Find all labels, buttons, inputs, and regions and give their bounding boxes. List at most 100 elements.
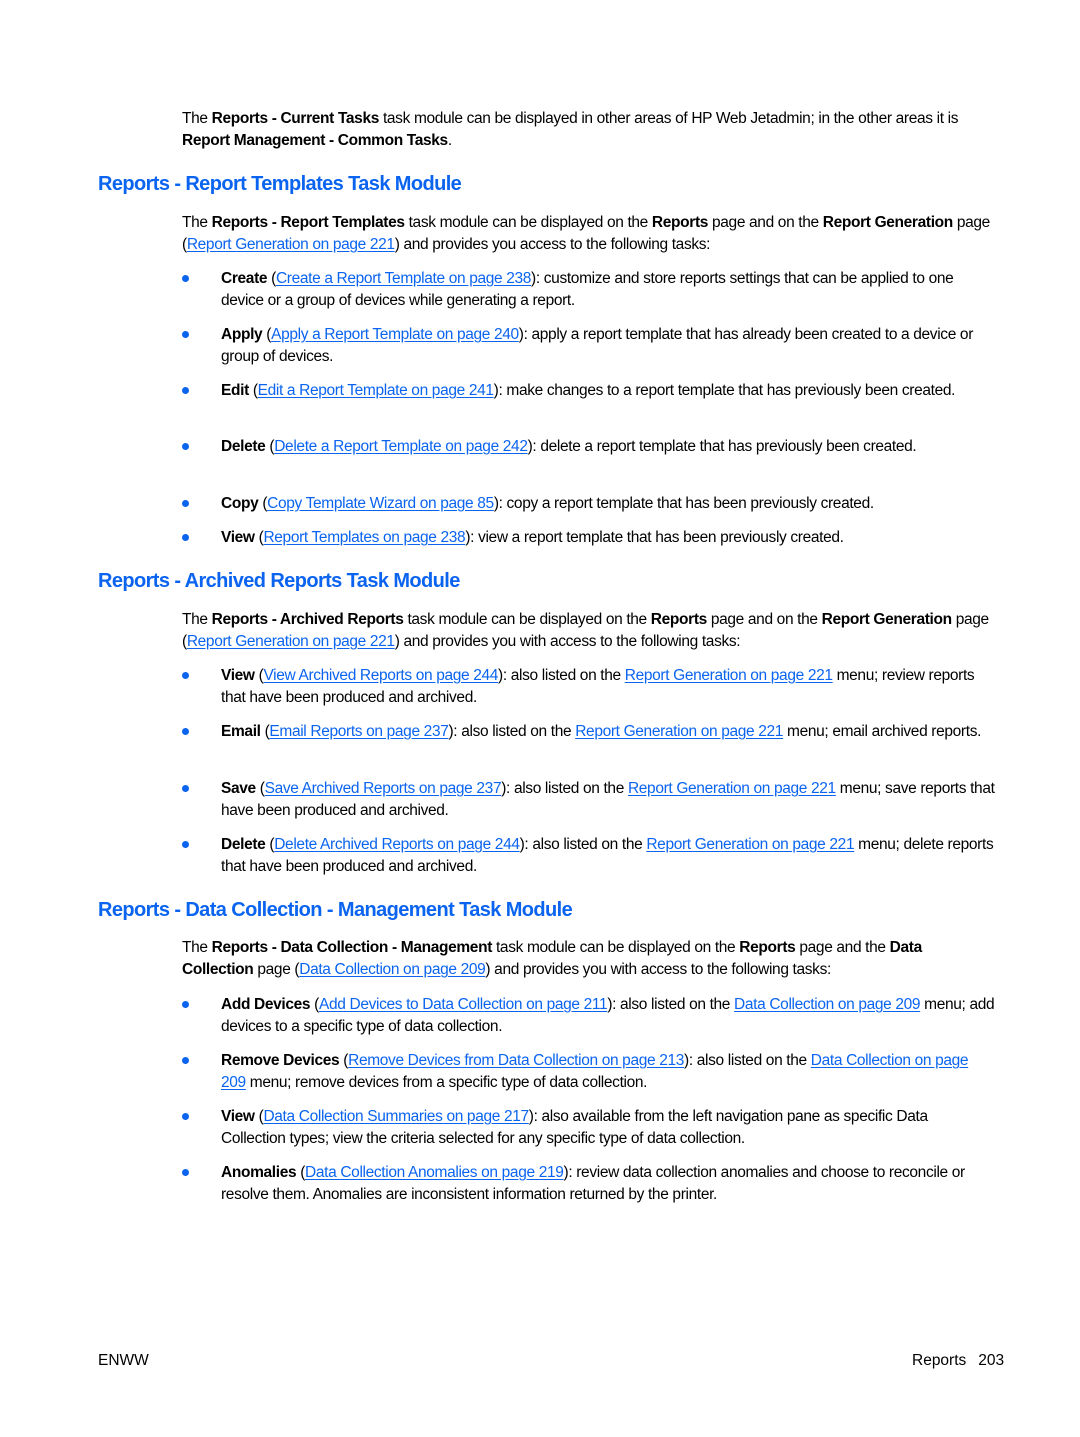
bold-term: Reports - Archived Reports [211,611,404,628]
bold-term: Reports [651,214,709,231]
item-label: Create [221,270,268,287]
item-label: Copy [221,495,259,512]
text: ) and provides you access to the followi… [394,236,711,253]
link-save-archived-reports[interactable]: Save Archived Reports on page 237 [265,780,502,797]
item-label: View [221,667,255,684]
link-edit-template[interactable]: Edit a Report Template on page 241 [258,382,494,399]
section-heading-report-templates: Reports - Report Templates Task Module [98,173,462,195]
text: ): also listed on the [607,996,735,1013]
link-report-generation[interactable]: Report Generation on page 221 [187,633,395,650]
bullet-icon [182,331,189,338]
text: ): also listed on the [498,667,625,684]
bullet-icon [182,785,189,792]
bold-term: Reports - Report Templates [211,214,405,231]
text: ): also listed on the [519,836,647,853]
bullet-icon [182,500,189,507]
bullet-icon [182,387,189,394]
link-copy-template-wizard[interactable]: Copy Template Wizard on page 85 [267,495,494,512]
text: page and on the [706,611,822,628]
document-page: The Reports - Current Tasks task module … [0,0,1080,1437]
page-number: 203 [978,1352,1005,1369]
text: The [182,611,212,628]
item-label: View [221,529,255,546]
link-apply-template[interactable]: Apply a Report Template on page 240 [271,326,519,343]
item-description: ): view a report template that has been … [465,529,844,546]
section-intro: The Reports - Report Templates task modu… [182,212,992,256]
link-data-collection-anomalies[interactable]: Data Collection Anomalies on page 219 [305,1164,564,1181]
item-label: Delete [221,836,266,853]
item-label: Anomalies [221,1164,297,1181]
bullet-icon [182,672,189,679]
item-description: ): make changes to a report template tha… [493,382,956,399]
link-create-template[interactable]: Create a Report Template on page 238 [276,270,531,287]
text: ): also listed on the [501,780,628,797]
link-delete-template[interactable]: Delete a Report Template on page 242 [274,438,528,455]
bullet-icon [182,1057,189,1064]
link-report-generation[interactable]: Report Generation on page 221 [187,236,395,253]
link-report-generation[interactable]: Report Generation on page 221 [575,723,783,740]
item-label: View [221,1108,255,1125]
bold-term: Report Generation [821,611,952,628]
link-report-templates[interactable]: Report Templates on page 238 [263,529,465,546]
item-label: Edit [221,382,249,399]
bullet-icon [182,534,189,541]
text: page and the [795,939,890,956]
bold-term: Reports [739,939,796,956]
text: task module can be displayed in other ar… [379,110,959,127]
text: ) and provides you with access to the fo… [485,961,831,978]
text: . [447,132,452,149]
text: task module can be displayed on the [403,611,651,628]
link-data-collection[interactable]: Data Collection on page 209 [734,996,921,1013]
link-view-archived-reports[interactable]: View Archived Reports on page 244 [263,667,498,684]
item-label: Remove Devices [221,1052,340,1069]
text: The [182,214,212,231]
text: The [182,939,212,956]
section-heading-data-collection: Reports - Data Collection - Management T… [98,899,573,921]
item-description: menu; email archived reports. [783,723,982,740]
link-report-generation[interactable]: Report Generation on page 221 [646,836,854,853]
section-intro: The Reports - Archived Reports task modu… [182,609,992,653]
bold-term: Reports - Current Tasks [211,110,380,127]
bold-term: Report Generation [822,214,953,231]
section-intro: The Reports - Data Collection - Manageme… [182,937,992,981]
text: page ( [253,961,300,978]
bullet-icon [182,1001,189,1008]
bullet-icon [182,443,189,450]
item-label: Add Devices [221,996,311,1013]
item-label: Delete [221,438,266,455]
link-data-collection-summaries[interactable]: Data Collection Summaries on page 217 [263,1108,529,1125]
item-description: ): copy a report template that has been … [493,495,874,512]
intro-paragraph: The Reports - Current Tasks task module … [182,108,992,152]
text: The [182,110,212,127]
link-add-devices[interactable]: Add Devices to Data Collection on page 2… [319,996,608,1013]
text: ) and provides you with access to the fo… [394,633,741,650]
link-report-generation[interactable]: Report Generation on page 221 [628,780,836,797]
text: page and on the [708,214,823,231]
bold-term: Reports - Data Collection - Management [211,939,493,956]
item-description: ): delete a report template that has pre… [527,438,917,455]
bullet-icon [182,275,189,282]
text: task module can be displayed on the [492,939,740,956]
bullet-icon [182,1169,189,1176]
bold-term: Reports [650,611,707,628]
text: ): also listed on the [448,723,576,740]
link-delete-archived-reports[interactable]: Delete Archived Reports on page 244 [274,836,520,853]
text: ): also listed on the [684,1052,811,1069]
bullet-icon [182,728,189,735]
bullet-icon [182,1113,189,1120]
item-label: Apply [221,326,263,343]
link-remove-devices[interactable]: Remove Devices from Data Collection on p… [348,1052,684,1069]
bold-term: Report Management - Common Tasks [182,132,448,149]
footer-page-info: Reports 203 [912,1350,1004,1372]
link-report-generation[interactable]: Report Generation on page 221 [625,667,833,684]
footer-section: Reports [912,1352,967,1369]
item-label: Email [221,723,261,740]
item-description: menu; remove devices from a specific typ… [245,1074,648,1091]
item-label: Save [221,780,256,797]
bullet-icon [182,841,189,848]
link-data-collection[interactable]: Data Collection on page 209 [299,961,486,978]
section-heading-archived-reports: Reports - Archived Reports Task Module [98,570,460,592]
footer-locale: ENWW [98,1352,149,1369]
link-email-reports[interactable]: Email Reports on page 237 [269,723,448,740]
text: task module can be displayed on the [404,214,652,231]
